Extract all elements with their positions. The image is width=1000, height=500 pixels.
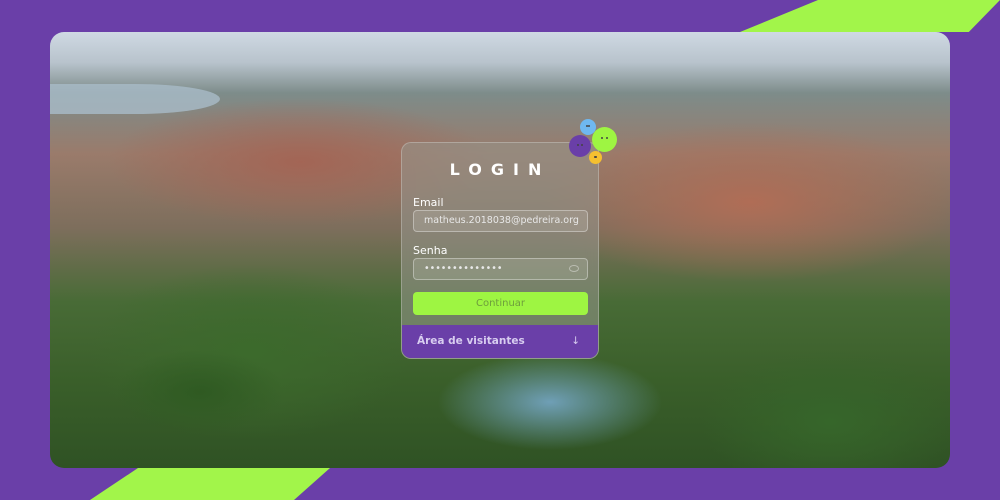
email-input[interactable]: matheus.2018038@pedreira.org xyxy=(413,210,588,232)
visitors-area-button[interactable]: Área de visitantes ↓ xyxy=(402,325,598,358)
decor-stripe-top xyxy=(740,0,1000,32)
decor-stripe-bottom xyxy=(90,468,330,500)
login-title: LOGIN xyxy=(449,160,551,179)
password-label: Senha xyxy=(413,244,448,257)
yellow-face-icon xyxy=(589,151,602,164)
password-input[interactable]: •••••••••••••• xyxy=(413,258,588,280)
visitors-label: Área de visitantes xyxy=(417,335,525,347)
lake xyxy=(50,84,220,114)
purple-face-icon xyxy=(569,135,591,157)
green-face-icon xyxy=(592,127,617,152)
password-value: •••••••••••••• xyxy=(424,263,503,274)
email-label: Email xyxy=(413,196,444,209)
login-card: LOGIN Email matheus.2018038@pedreira.org… xyxy=(401,142,599,359)
continue-button[interactable]: Continuar xyxy=(413,292,588,315)
arrow-down-icon: ↓ xyxy=(571,335,580,347)
eye-icon[interactable] xyxy=(569,265,579,272)
